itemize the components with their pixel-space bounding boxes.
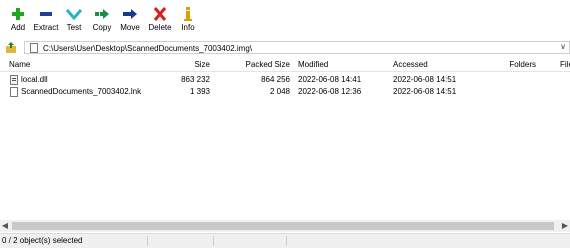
- move-label: Move: [120, 23, 140, 32]
- toolbar: Add Extract Test Copy Move Delete Info: [0, 0, 570, 38]
- file-accessed: 2022-06-08 14:51: [393, 87, 457, 96]
- file-modified: 2022-06-08 14:41: [298, 75, 362, 84]
- file-packed-size: 2 048: [269, 87, 290, 96]
- copy-button[interactable]: Copy: [90, 6, 114, 36]
- file-name: local.dll: [21, 75, 48, 84]
- dll-file-icon: [10, 75, 18, 85]
- info-button[interactable]: Info: [179, 6, 197, 36]
- file-size: 863 232: [181, 75, 210, 84]
- extract-button[interactable]: Extract: [32, 6, 60, 36]
- status-divider: [147, 236, 148, 246]
- delete-x-icon: [153, 7, 167, 21]
- test-label: Test: [66, 23, 82, 32]
- file-name: ScannedDocuments_7003402.lnk: [21, 87, 142, 96]
- move-button[interactable]: Move: [118, 6, 142, 36]
- add-button[interactable]: Add: [7, 6, 29, 36]
- file-size: 1 393: [189, 87, 210, 96]
- file-icon: [30, 43, 38, 53]
- status-divider: [286, 236, 287, 246]
- column-files[interactable]: Files: [560, 60, 570, 70]
- horizontal-scrollbar[interactable]: ◀ ▶: [0, 220, 570, 232]
- test-button[interactable]: Test: [63, 6, 85, 36]
- info-label: Info: [181, 23, 195, 32]
- copy-label: Copy: [92, 23, 112, 32]
- file-icon: [10, 87, 18, 97]
- folder-up-icon[interactable]: [5, 42, 17, 54]
- address-bar-row: C:\Users\User\Desktop\ScannedDocuments_7…: [0, 40, 570, 56]
- column-accessed[interactable]: Accessed: [393, 60, 428, 70]
- chevron-down-icon[interactable]: ∨: [560, 42, 566, 51]
- checkmark-icon: [65, 9, 83, 21]
- list-item[interactable]: ScannedDocuments_7003402.lnk 1 393 2 048…: [0, 86, 570, 98]
- status-divider: [213, 236, 214, 246]
- scroll-left-icon[interactable]: ◀: [0, 220, 10, 232]
- selection-status: 0 / 2 object(s) selected: [2, 236, 83, 245]
- list-header: Name Size Packed Size Modified Accessed …: [0, 59, 570, 72]
- minus-icon: [40, 12, 52, 16]
- extract-label: Extract: [33, 23, 59, 32]
- column-size[interactable]: Size: [160, 60, 210, 70]
- info-icon: [184, 7, 192, 21]
- file-packed-size: 864 256: [261, 75, 290, 84]
- add-label: Add: [10, 23, 26, 32]
- address-field[interactable]: C:\Users\User\Desktop\ScannedDocuments_7…: [24, 41, 570, 54]
- move-arrow-icon: [123, 9, 137, 19]
- list-item[interactable]: local.dll 863 232 864 256 2022-06-08 14:…: [0, 74, 570, 86]
- plus-icon: [12, 8, 24, 20]
- address-path: C:\Users\User\Desktop\ScannedDocuments_7…: [43, 44, 252, 53]
- column-folders[interactable]: Folders: [490, 60, 536, 70]
- column-modified[interactable]: Modified: [298, 60, 328, 70]
- file-accessed: 2022-06-08 14:51: [393, 75, 457, 84]
- column-name[interactable]: Name: [9, 60, 30, 70]
- status-bar: 0 / 2 object(s) selected: [0, 233, 570, 248]
- delete-button[interactable]: Delete: [146, 6, 174, 36]
- delete-label: Delete: [148, 23, 172, 32]
- column-packed-size[interactable]: Packed Size: [230, 60, 290, 70]
- file-modified: 2022-06-08 12:36: [298, 87, 362, 96]
- scroll-right-icon[interactable]: ▶: [560, 220, 570, 232]
- copy-arrow-icon: [95, 9, 109, 19]
- scrollbar-thumb[interactable]: [12, 222, 554, 230]
